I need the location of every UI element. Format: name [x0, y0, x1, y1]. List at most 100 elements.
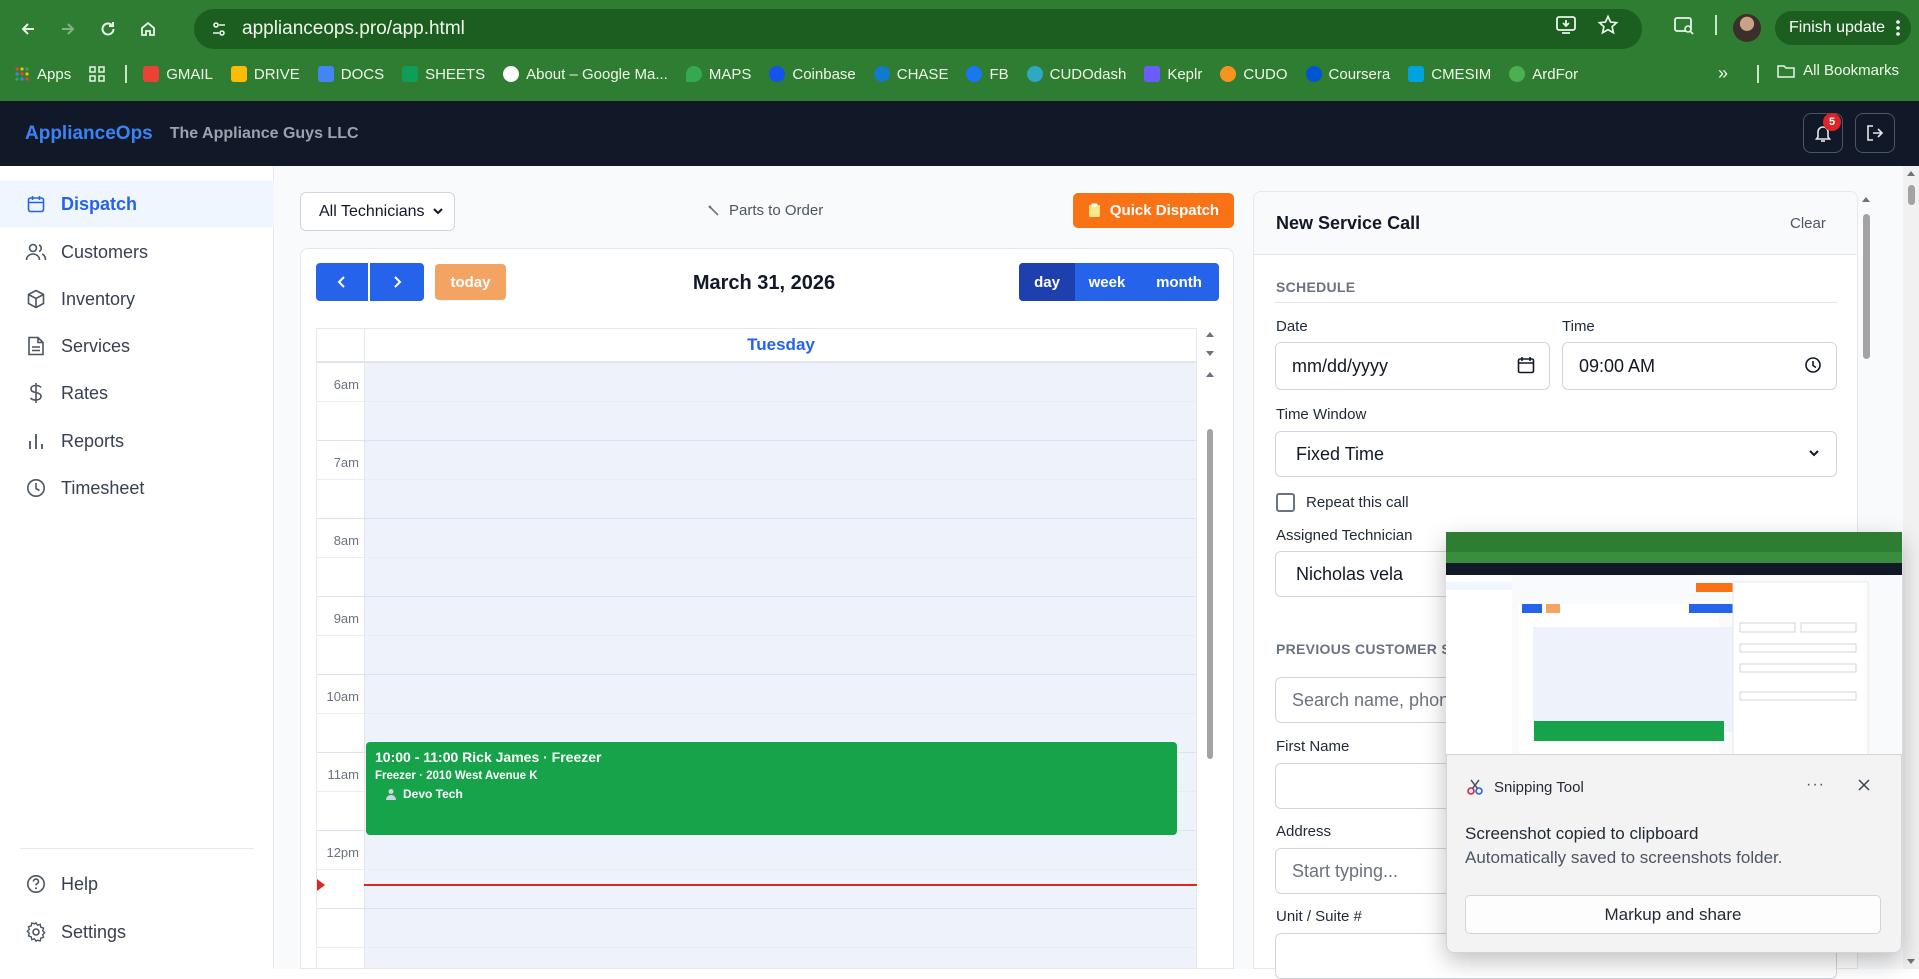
today-button[interactable]: today [435, 264, 506, 300]
repeat-call-checkbox[interactable] [1276, 493, 1295, 512]
bookmark-label: Coursera [1328, 65, 1391, 83]
bookmark-ardfor[interactable]: ArdFor [1509, 66, 1578, 83]
sidebar-item-label: Services [61, 335, 131, 356]
back-button[interactable] [8, 9, 48, 49]
sidebar-item-label: Rates [61, 382, 109, 403]
view-month-button[interactable]: month [1139, 263, 1219, 301]
more-vertical-icon[interactable] [1895, 18, 1901, 38]
hour-line [317, 674, 1196, 675]
box-icon [25, 288, 47, 310]
more-horizontal-icon[interactable]: ··· [1806, 776, 1825, 794]
bookmark-drive[interactable]: DRIVE [230, 65, 300, 83]
clear-form-button[interactable]: Clear [1790, 215, 1826, 232]
half-hour-line [317, 479, 1196, 480]
view-week-button[interactable]: week [1075, 263, 1139, 301]
bookmark-label: FB [989, 65, 1009, 83]
clock-picker-icon[interactable] [1804, 356, 1822, 374]
bookmark-label: ArdFor [1532, 65, 1579, 83]
logout-button[interactable] [1855, 113, 1895, 153]
tab-groups-button[interactable] [89, 66, 105, 82]
sidebar-item-customers[interactable]: Customers [0, 229, 274, 275]
bookmark-coursera[interactable]: Coursera [1305, 65, 1391, 83]
bookmark-fb[interactable]: FB [966, 65, 1009, 83]
technician-filter-select[interactable]: All Technicians [300, 192, 455, 231]
time-window-label: Time Window [1276, 406, 1367, 423]
brand-logo[interactable]: ApplianceOps [25, 123, 153, 145]
time-window-select[interactable]: Fixed Time [1275, 431, 1837, 477]
bookmark-docs[interactable]: DOCS [317, 66, 384, 83]
markup-and-share-button[interactable]: Markup and share [1465, 895, 1881, 934]
bookmark-chase[interactable]: CHASE [873, 66, 948, 83]
address-bar[interactable]: applianceops.pro/app.html [194, 9, 1642, 49]
hour-line [317, 518, 1196, 519]
screenshot-thumbnail[interactable] [1446, 532, 1902, 755]
bookmark-label: DRIVE [253, 65, 300, 83]
sidebar-item-label: Help [61, 873, 99, 894]
bookmark-star-icon[interactable] [1597, 14, 1619, 36]
sidebar-item-label: Settings [61, 921, 127, 942]
bookmarks-divider [1757, 65, 1759, 83]
cudo-icon [1220, 66, 1237, 82]
view-day-button[interactable]: day [1019, 263, 1075, 301]
snipping-tool-label: Snipping Tool [1494, 778, 1584, 796]
bookmark-cudo[interactable]: CUDO [1220, 66, 1288, 83]
sidebar-item-label: Customers [61, 241, 149, 262]
sheets-icon [402, 66, 419, 82]
toolbar-divider [1715, 15, 1717, 35]
calendar-picker-icon[interactable] [1517, 356, 1535, 374]
day-column[interactable] [364, 362, 1196, 968]
sidebar-divider [20, 848, 254, 849]
home-button[interactable] [128, 9, 168, 49]
parts-to-order-label: Parts to Order [729, 202, 824, 219]
bookmark-coinbase[interactable]: Coinbase [769, 66, 856, 83]
url-text: applianceops.pro/app.html [242, 18, 465, 39]
date-placeholder: mm/dd/yyyy [1292, 355, 1389, 376]
docs-icon [317, 66, 334, 82]
hour-label: 12pm [326, 845, 359, 860]
more-bookmarks-icon[interactable]: » [1718, 63, 1728, 84]
calendar-next-button[interactable] [370, 263, 424, 301]
calendar-view-switcher: day week month [1019, 263, 1219, 301]
sidebar-item-settings[interactable]: Settings [0, 909, 274, 955]
sidebar-item-dispatch[interactable]: Dispatch [0, 181, 274, 227]
now-indicator-arrow [317, 879, 325, 891]
page-scrollbar[interactable] [1903, 166, 1919, 969]
quick-dispatch-label: Quick Dispatch [1109, 202, 1220, 219]
time-input[interactable]: 09:00 AM [1562, 342, 1837, 390]
bookmark-sheets[interactable]: SHEETS [402, 66, 485, 83]
bookmark-keplr[interactable]: Keplr [1144, 66, 1202, 83]
bookmark-maps[interactable]: MAPS [685, 66, 751, 83]
date-input[interactable]: mm/dd/yyyy [1275, 342, 1550, 390]
day-column-header[interactable]: Tuesday [364, 329, 1196, 362]
service-call-title: New Service Call [1276, 213, 1421, 233]
install-app-icon[interactable] [1555, 14, 1577, 36]
bookmark-cudodash[interactable]: CUDOdash [1026, 66, 1126, 83]
parts-to-order-link[interactable]: Parts to Order [707, 202, 823, 219]
finish-update-button[interactable]: Finish update [1775, 11, 1911, 45]
calendar-event[interactable]: 10:00 - 11:00 Rick James · Freezer Freez… [366, 742, 1177, 835]
sidebar-item-reports[interactable]: Reports [0, 418, 274, 464]
sidebar-item-rates[interactable]: Rates [0, 370, 274, 416]
calendar-prev-button[interactable] [316, 263, 368, 301]
site-info-icon[interactable] [210, 20, 228, 38]
bookmark-gmail[interactable]: GMAIL [143, 66, 213, 83]
tab-search-icon[interactable] [1673, 14, 1695, 36]
customer-search-placeholder: Search name, phone [1292, 689, 1460, 710]
calendar-scrollbar[interactable] [1203, 328, 1217, 969]
profile-avatar[interactable] [1733, 14, 1761, 42]
sidebar-item-timesheet[interactable]: Timesheet [0, 465, 274, 511]
all-bookmarks-button[interactable]: All Bookmarks [1777, 62, 1899, 79]
bookmark-apps[interactable]: Apps [14, 66, 71, 83]
close-icon[interactable] [1857, 778, 1871, 792]
forward-button[interactable] [48, 9, 88, 49]
bookmark-label: CMESIM [1431, 65, 1492, 83]
sidebar-item-help[interactable]: Help [0, 861, 274, 907]
quick-dispatch-button[interactable]: Quick Dispatch [1073, 193, 1234, 228]
sidebar-item-inventory[interactable]: Inventory [0, 276, 274, 322]
half-hour-line [317, 401, 1196, 402]
finish-update-label: Finish update [1789, 19, 1886, 36]
reload-button[interactable] [88, 9, 128, 49]
bookmark-cmesim[interactable]: CMESIM [1408, 66, 1491, 83]
bookmark-google-maps-about[interactable]: About – Google Ma... [503, 66, 668, 83]
sidebar-item-services[interactable]: Services [0, 323, 274, 369]
